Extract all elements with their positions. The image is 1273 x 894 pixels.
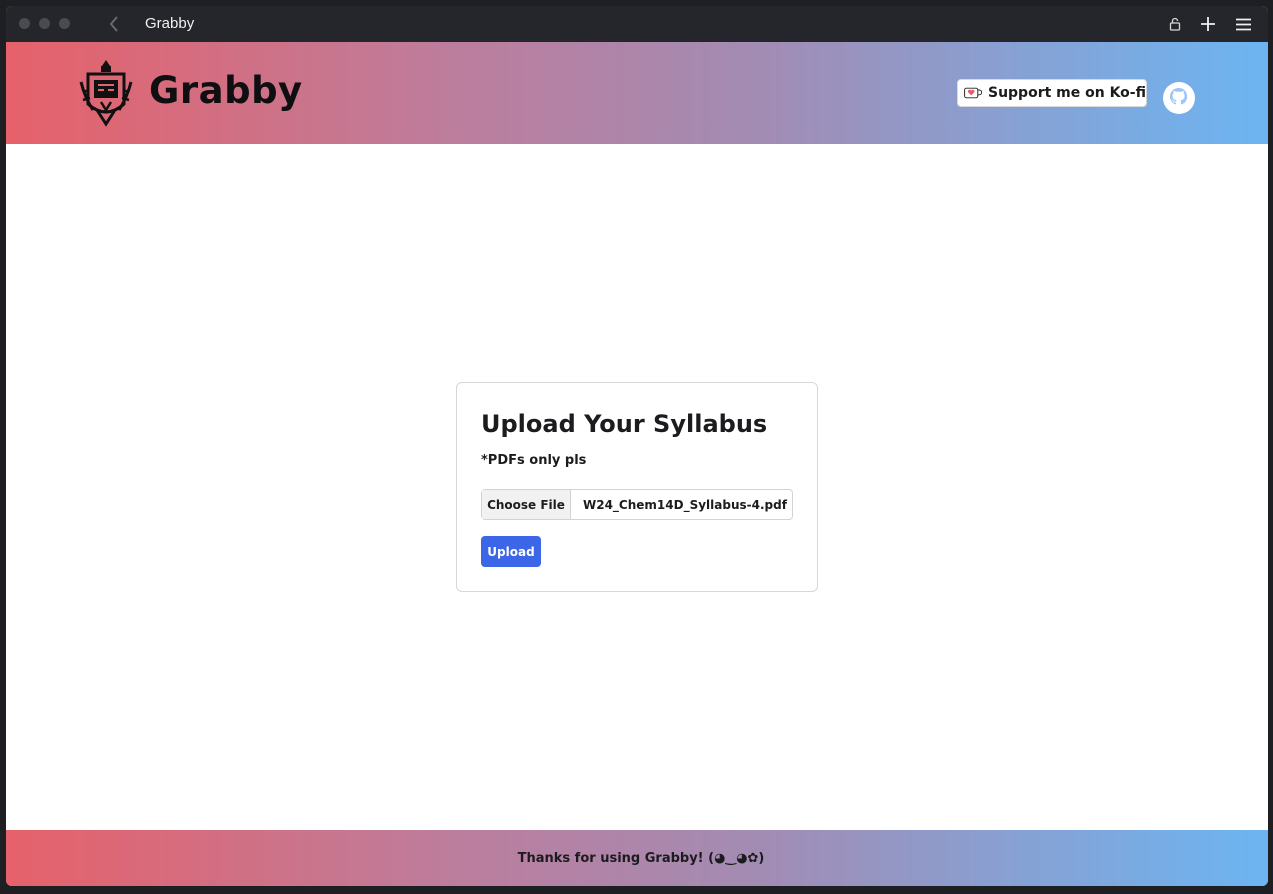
hamburger-menu-icon[interactable] xyxy=(1235,14,1251,34)
minimize-window-button[interactable] xyxy=(39,18,50,29)
coffee-cup-icon xyxy=(964,87,982,99)
file-input[interactable]: Choose File W24_Chem14D_Syllabus-4.pdf xyxy=(481,489,793,520)
browser-toolbar: Grabby xyxy=(6,6,1268,42)
lock-icon[interactable] xyxy=(1167,14,1183,34)
maximize-window-button[interactable] xyxy=(59,18,70,29)
grabby-logo-icon[interactable] xyxy=(79,58,133,128)
brand-name[interactable]: Grabby xyxy=(149,67,303,115)
kofi-support-button[interactable]: Support me on Ko-fi xyxy=(957,79,1147,107)
selected-file-name: W24_Chem14D_Syllabus-4.pdf xyxy=(583,497,787,512)
kofi-label: Support me on Ko-fi xyxy=(987,85,1146,101)
card-subtitle: *PDFs only pls xyxy=(481,453,587,468)
chevron-left-icon[interactable] xyxy=(108,15,124,33)
site-header: Grabby Support me on Ko-fi xyxy=(6,42,1268,144)
footer-text: Thanks for using Grabby! (◕‿◕✿) xyxy=(517,850,765,866)
window-title: Grabby xyxy=(145,15,195,32)
card-title: Upload Your Syllabus xyxy=(481,410,768,438)
choose-file-button[interactable]: Choose File xyxy=(482,490,571,519)
site-footer: Thanks for using Grabby! (◕‿◕✿) xyxy=(6,830,1268,886)
upload-card: Upload Your Syllabus *PDFs only pls Choo… xyxy=(456,382,818,592)
browser-window: Grabby Grabby Support me on Ko-fi Upload… xyxy=(6,6,1268,886)
plus-icon[interactable] xyxy=(1199,14,1217,34)
close-window-button[interactable] xyxy=(19,18,30,29)
github-icon[interactable] xyxy=(1163,82,1195,114)
upload-button[interactable]: Upload xyxy=(481,536,541,567)
